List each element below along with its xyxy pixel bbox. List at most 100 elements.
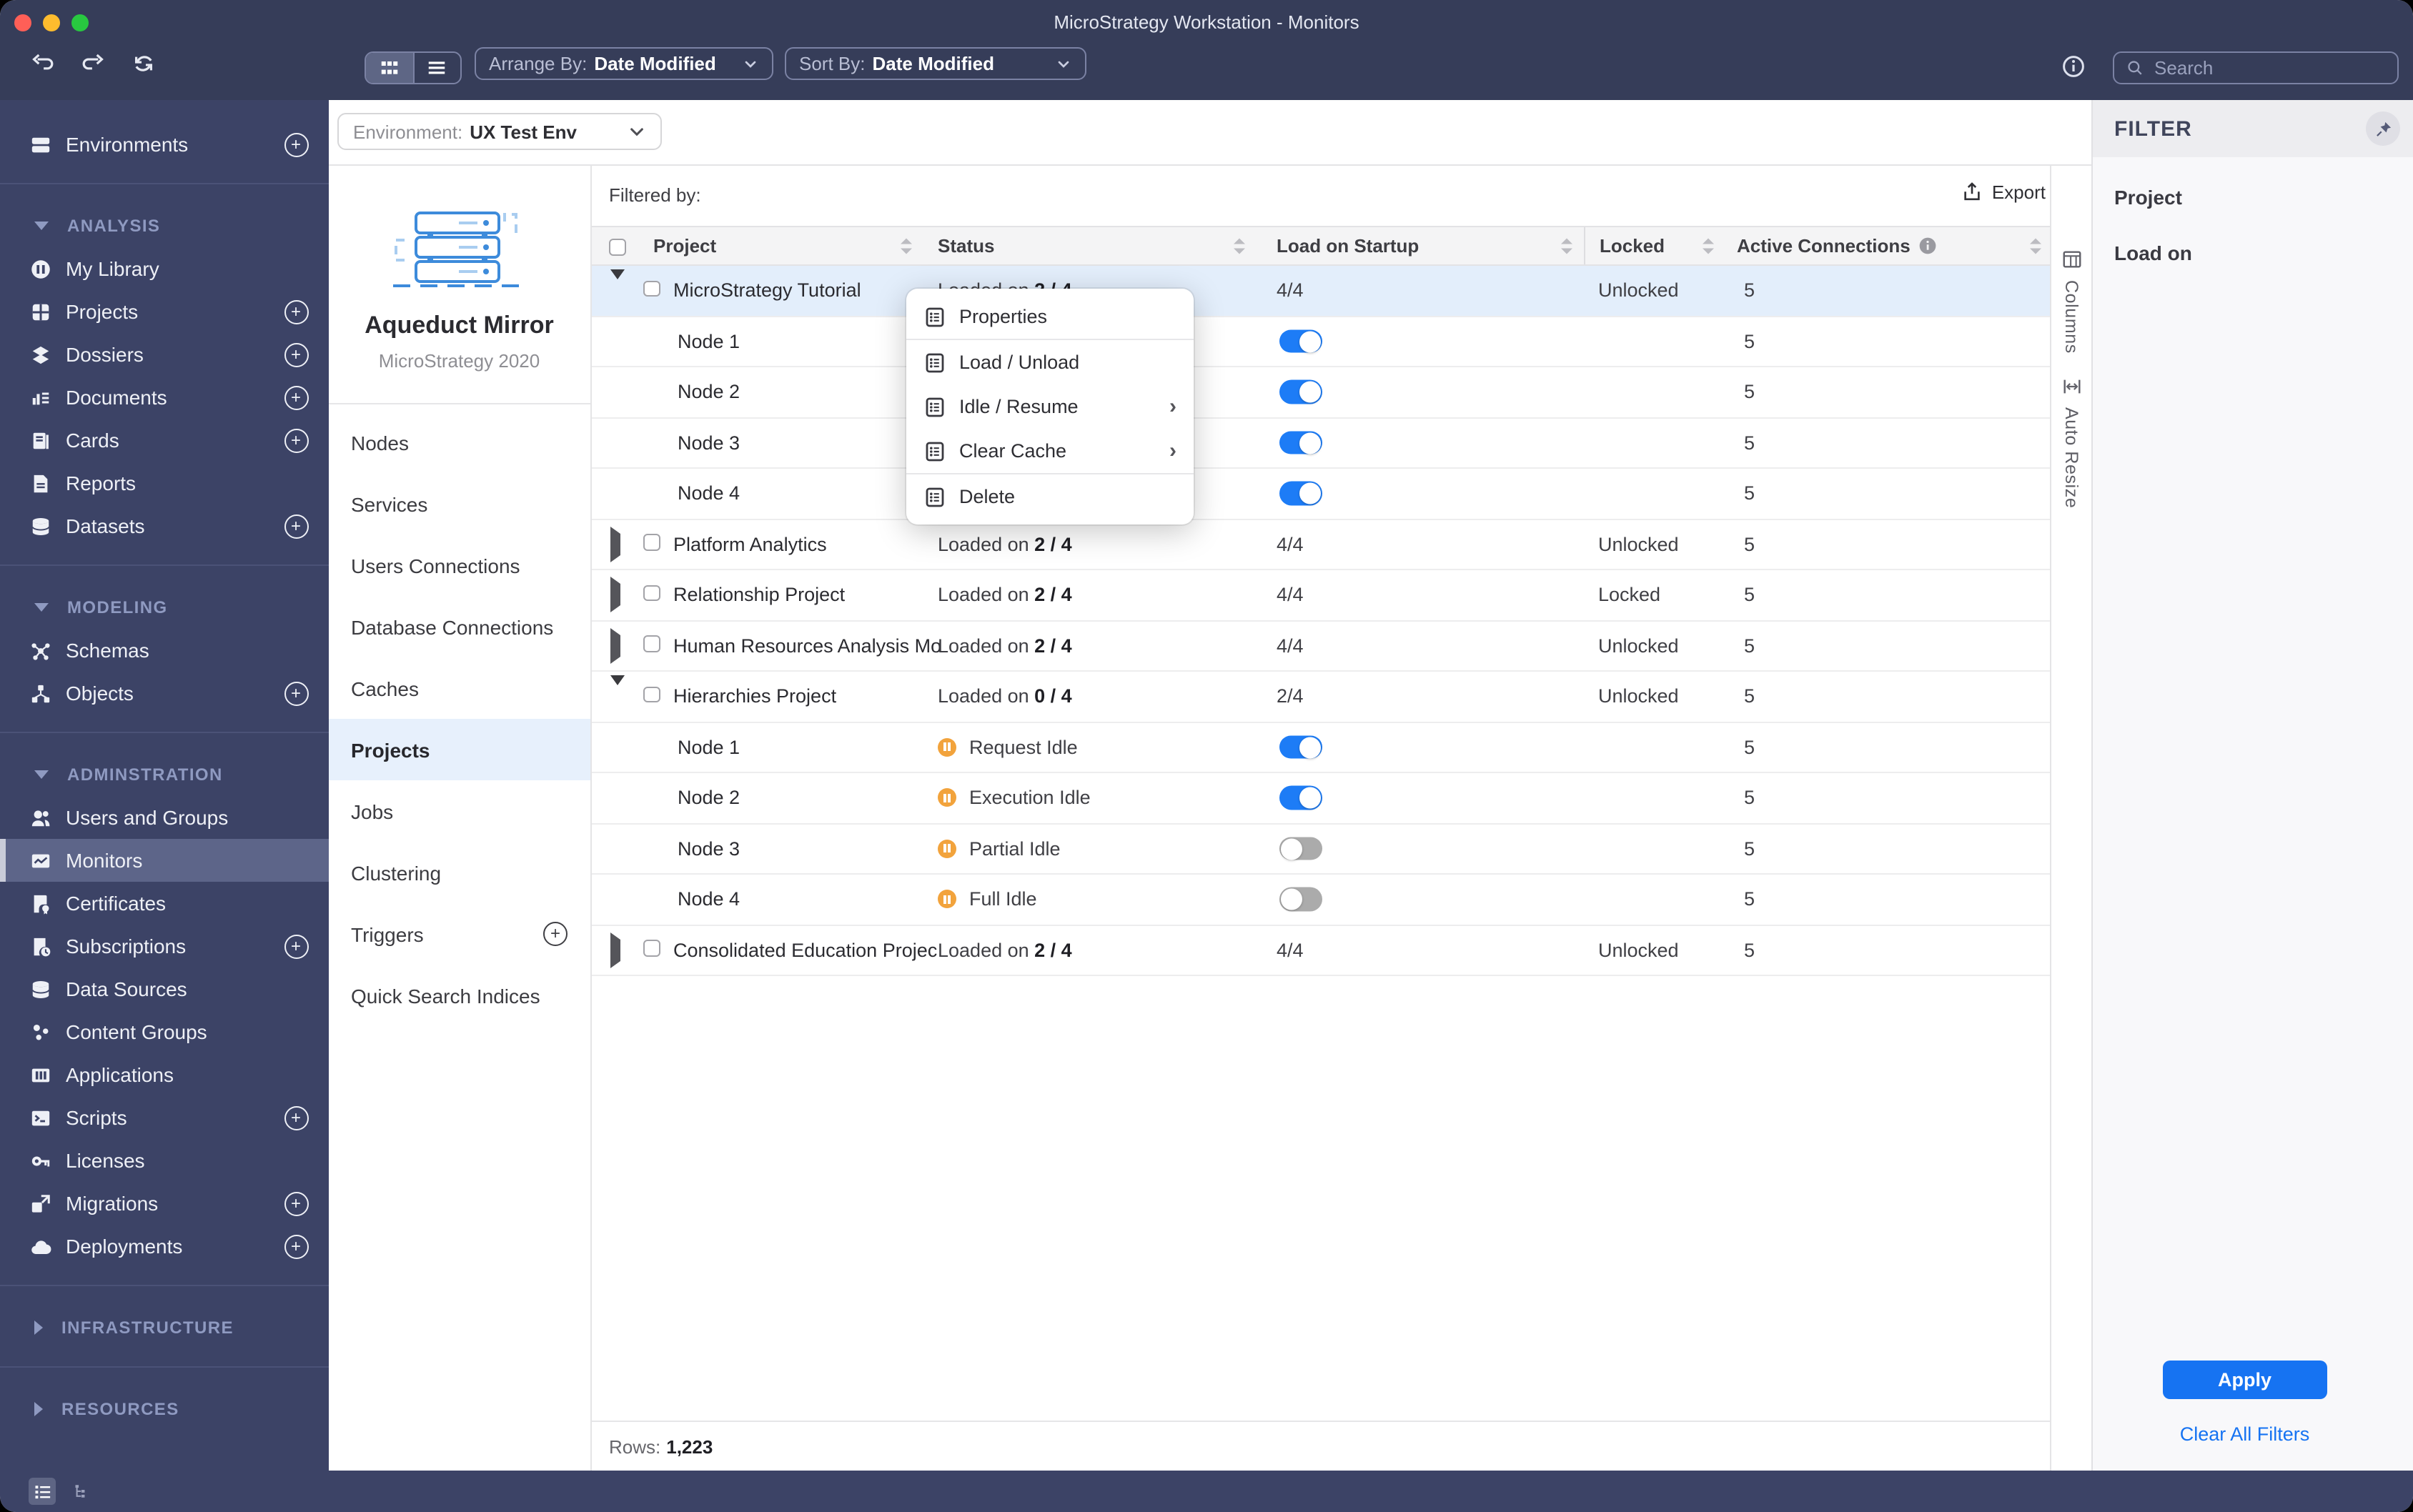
table-row[interactable]: Human Resources Analysis Mo Loaded on 2 /… bbox=[592, 621, 2050, 672]
list-panel-toggle[interactable] bbox=[29, 1478, 56, 1505]
sort-arrows-icon[interactable] bbox=[1703, 238, 1714, 254]
filter-section-project[interactable]: Project bbox=[2093, 169, 2413, 224]
sidebar-item-environments[interactable]: Environments + bbox=[0, 123, 328, 166]
monitor-category-services[interactable]: Services bbox=[328, 473, 590, 534]
table-row[interactable]: Node 1 5 bbox=[592, 317, 2050, 367]
table-row[interactable]: Consolidated Education Projec Loaded on 2… bbox=[592, 925, 2050, 976]
add-projects-button[interactable]: + bbox=[284, 299, 308, 324]
load-on-startup-toggle[interactable] bbox=[1279, 431, 1322, 454]
row-checkbox[interactable] bbox=[643, 635, 660, 657]
table-row[interactable]: Node 2 Execution Idle 5 bbox=[592, 773, 2050, 824]
refresh-button[interactable] bbox=[132, 51, 156, 76]
menu-item-delete[interactable]: Delete bbox=[906, 474, 1194, 519]
menu-item-idle-resume[interactable]: Idle / Resume › bbox=[906, 384, 1194, 429]
info-button[interactable] bbox=[2061, 54, 2086, 79]
row-checkbox[interactable] bbox=[643, 940, 660, 961]
load-on-startup-toggle[interactable] bbox=[1279, 380, 1322, 404]
monitor-category-users-connections[interactable]: Users Connections bbox=[328, 534, 590, 596]
sidebar-item-dossiers[interactable]: Dossiers + bbox=[0, 333, 328, 376]
sidebar-item-content-groups[interactable]: Content Groups bbox=[0, 1010, 328, 1053]
tree-panel-toggle[interactable] bbox=[69, 1478, 96, 1505]
add-migrations-button[interactable]: + bbox=[284, 1191, 308, 1215]
column-header-status[interactable]: Status bbox=[938, 235, 994, 257]
sidebar-section-resources[interactable]: RESOURCES bbox=[0, 1388, 328, 1431]
table-row[interactable]: Node 1 Request Idle 5 bbox=[592, 722, 2050, 773]
sidebar-item-monitors[interactable]: Monitors bbox=[0, 839, 328, 882]
export-button[interactable]: Export bbox=[1962, 181, 2046, 203]
column-header-load-on-startup[interactable]: Load on Startup bbox=[1277, 235, 1419, 257]
sidebar-section-adminstration[interactable]: ADMINSTRATION bbox=[0, 753, 328, 796]
search-input[interactable]: Search bbox=[2113, 51, 2399, 84]
table-row[interactable]: Node 4 5 bbox=[592, 469, 2050, 519]
expand-row-button[interactable] bbox=[610, 627, 620, 664]
add-dossiers-button[interactable]: + bbox=[284, 342, 308, 367]
add-documents-button[interactable]: + bbox=[284, 385, 308, 409]
environment-dropdown[interactable]: Environment: UX Test Env bbox=[337, 113, 662, 150]
sidebar-item-cards[interactable]: Cards + bbox=[0, 419, 328, 462]
monitor-category-nodes[interactable]: Nodes bbox=[328, 412, 590, 473]
monitor-category-database-connections[interactable]: Database Connections bbox=[328, 596, 590, 657]
sidebar-item-licenses[interactable]: Licenses bbox=[0, 1139, 328, 1182]
table-row[interactable]: Node 2 5 bbox=[592, 367, 2050, 418]
sidebar-item-deployments[interactable]: Deployments + bbox=[0, 1225, 328, 1268]
table-row[interactable]: MicroStrategy TutorialLoaded on 2 / 44/4… bbox=[592, 266, 2050, 317]
add-deployments-button[interactable]: + bbox=[284, 1234, 308, 1258]
sort-arrows-icon[interactable] bbox=[1561, 238, 1572, 254]
sidebar-item-reports[interactable]: Reports bbox=[0, 462, 328, 504]
monitor-category-projects[interactable]: Projects bbox=[328, 719, 590, 780]
collapse-row-button[interactable] bbox=[610, 675, 625, 707]
sidebar-item-my-library[interactable]: My Library bbox=[0, 247, 328, 290]
sort-arrows-icon[interactable] bbox=[901, 238, 912, 254]
grid-view-button[interactable] bbox=[366, 53, 412, 83]
expand-row-button[interactable] bbox=[610, 577, 620, 613]
list-view-button[interactable] bbox=[412, 53, 460, 83]
load-on-startup-toggle[interactable] bbox=[1279, 887, 1322, 911]
pin-button[interactable] bbox=[2366, 111, 2400, 146]
menu-item-properties[interactable]: Properties bbox=[906, 294, 1194, 339]
forward-button[interactable] bbox=[81, 51, 106, 76]
auto-resize-tab[interactable] bbox=[2061, 377, 2082, 398]
filter-section-load-on[interactable]: Load on bbox=[2093, 224, 2413, 280]
sort-by-dropdown[interactable]: Sort By: Date Modified bbox=[785, 47, 1086, 80]
load-on-startup-toggle[interactable] bbox=[1279, 482, 1322, 505]
add-subscriptions-button[interactable]: + bbox=[284, 934, 308, 958]
sidebar-item-projects[interactable]: Projects + bbox=[0, 290, 328, 333]
column-header-project[interactable]: Project bbox=[653, 235, 716, 257]
sort-arrows-icon[interactable] bbox=[2030, 238, 2041, 254]
sidebar-item-users-and-groups[interactable]: Users and Groups bbox=[0, 796, 328, 839]
load-on-startup-toggle[interactable] bbox=[1279, 735, 1322, 759]
sidebar-item-applications[interactable]: Applications bbox=[0, 1053, 328, 1096]
sidebar-item-objects[interactable]: Objects + bbox=[0, 672, 328, 715]
columns-tab[interactable] bbox=[2061, 249, 2082, 270]
add-datasets-button[interactable]: + bbox=[284, 514, 308, 538]
row-checkbox[interactable] bbox=[643, 686, 660, 707]
column-header-locked[interactable]: Locked bbox=[1600, 235, 1665, 257]
column-header-active-connections[interactable]: Active Connections bbox=[1737, 235, 1938, 257]
sidebar-item-certificates[interactable]: Certificates bbox=[0, 882, 328, 925]
table-row[interactable]: Hierarchies Project Loaded on 0 / 4 2/4 Unl… bbox=[592, 672, 2050, 722]
sidebar-section-analysis[interactable]: ANALYSIS bbox=[0, 204, 328, 247]
table-row[interactable]: Node 3 5 bbox=[592, 418, 2050, 469]
monitor-category-triggers[interactable]: Triggers + bbox=[328, 903, 590, 965]
menu-item-clear-cache[interactable]: Clear Cache › bbox=[906, 429, 1194, 473]
apply-button[interactable]: Apply bbox=[2163, 1361, 2327, 1399]
load-on-startup-toggle[interactable] bbox=[1279, 786, 1322, 810]
menu-item-load-unload[interactable]: Load / Unload bbox=[906, 340, 1194, 384]
columns-tab-label[interactable]: Columns bbox=[2061, 280, 2081, 354]
auto-resize-tab-label[interactable]: Auto Resize bbox=[2061, 408, 2081, 509]
clear-all-filters-link[interactable]: Clear All Filters bbox=[2163, 1423, 2327, 1445]
table-row[interactable]: Node 4 Full Idle 5 bbox=[592, 875, 2050, 925]
sort-arrows-icon[interactable] bbox=[1234, 238, 1245, 254]
table-row[interactable]: Platform Analytics Loaded on 2 / 4 4/4 Unlo… bbox=[592, 519, 2050, 570]
table-row[interactable]: Node 3 Partial Idle 5 bbox=[592, 824, 2050, 875]
add-objects-button[interactable]: + bbox=[284, 681, 308, 705]
add-environments-button[interactable]: + bbox=[284, 132, 308, 156]
sidebar-item-datasets[interactable]: Datasets + bbox=[0, 504, 328, 547]
sidebar-section-modeling[interactable]: MODELING bbox=[0, 586, 328, 629]
arrange-by-dropdown[interactable]: Arrange By: Date Modified bbox=[475, 47, 773, 80]
load-on-startup-toggle[interactable] bbox=[1279, 329, 1322, 353]
monitor-category-caches[interactable]: Caches bbox=[328, 657, 590, 719]
sidebar-item-subscriptions[interactable]: Subscriptions + bbox=[0, 925, 328, 968]
expand-row-button[interactable] bbox=[610, 932, 620, 968]
sidebar-item-data-sources[interactable]: Data Sources bbox=[0, 968, 328, 1010]
